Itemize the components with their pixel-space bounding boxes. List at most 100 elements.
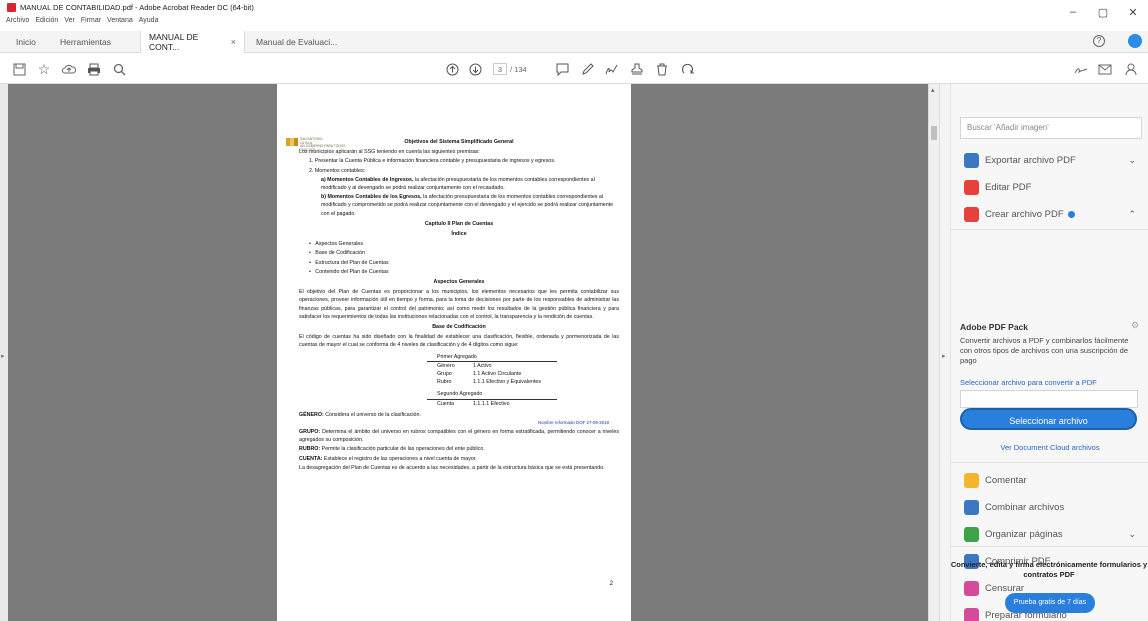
menu-ventana[interactable]: Ventana: [107, 17, 133, 24]
doc-bullet: • Estructura del Plan de Cuentas: [309, 259, 389, 266]
tool-label: Editar PDF: [985, 181, 1032, 193]
tool-label: Crear archivo PDF: [985, 208, 1064, 220]
doc-heading: Objetivos del Sistema Simplificado Gener…: [404, 139, 514, 145]
highlight-pen-icon[interactable]: [578, 60, 596, 78]
table-row: Grupo 1.1 Activo Circulante: [437, 371, 522, 378]
divider: [950, 546, 1148, 547]
mail-icon[interactable]: [1096, 60, 1114, 78]
chevron-down-icon[interactable]: ⌄: [1128, 529, 1136, 540]
document-cloud-link[interactable]: Ver Document Cloud archivos: [951, 443, 1148, 452]
doc-paragraph: RUBRO: Permite la clasificación particul…: [299, 446, 485, 453]
account-icon[interactable]: [1128, 34, 1142, 48]
tab-close-icon[interactable]: ×: [231, 37, 236, 47]
vertical-scrollbar[interactable]: ▴: [928, 84, 939, 621]
left-panel-toggle[interactable]: ▸: [0, 84, 8, 621]
logo-mark: [286, 138, 298, 146]
combine-icon: [964, 499, 979, 515]
menu-bar: Archivo Edición Ver Firmar Ventana Ayuda: [0, 14, 164, 26]
sign-icon[interactable]: [603, 60, 621, 78]
create-pdf-icon: [964, 206, 979, 222]
pack-settings-icon[interactable]: ⚙: [1131, 320, 1139, 331]
menu-archivo[interactable]: Archivo: [6, 17, 29, 24]
right-panel-toggle[interactable]: ▸: [939, 84, 950, 621]
export-pdf-icon: [964, 152, 979, 168]
promo-text: Convierte, edita y firma electrónicament…: [950, 560, 1148, 579]
chevron-up-icon[interactable]: ⌃: [1128, 209, 1136, 220]
table-row: Rubro 1.1.1 Efectivo y Equivalentes: [437, 379, 542, 386]
tool-edit-pdf[interactable]: Editar PDF: [964, 177, 1144, 197]
info-badge-icon: [1067, 210, 1075, 218]
delete-icon[interactable]: [653, 60, 671, 78]
minimize-button[interactable]: –: [1058, 0, 1088, 24]
menu-edicion[interactable]: Edición: [35, 17, 58, 24]
table-row: Género 1 Activo: [437, 362, 492, 369]
tab-inicio[interactable]: Inicio: [8, 31, 44, 53]
doc-list-item: 1. Presentar la Cuenta Pública e informa…: [309, 158, 556, 165]
upload-cloud-icon[interactable]: [60, 60, 78, 78]
fill-sign-icon[interactable]: [1072, 60, 1090, 78]
tools-search-input[interactable]: Buscar 'Añadir imagen': [960, 117, 1142, 139]
rotate-icon[interactable]: [678, 60, 696, 78]
help-icon[interactable]: ?: [1093, 35, 1105, 47]
doc-sublist-item: b) Momentos Contables de los Egresos, la…: [321, 194, 614, 217]
doc-paragraph: GRUPO: Determina el ámbito del universo …: [299, 428, 619, 444]
scroll-thumb[interactable]: [931, 126, 937, 140]
bookmark-star-icon[interactable]: ☆: [35, 60, 53, 78]
tool-export-pdf[interactable]: Exportar archivo PDF ⌄: [964, 150, 1144, 170]
tab-label: Manual de Evaluaci...: [256, 37, 338, 47]
tab-manual-evaluacion[interactable]: Manual de Evaluaci...: [248, 31, 348, 53]
close-button[interactable]: ✕: [1118, 0, 1148, 24]
page-number-input[interactable]: 3: [493, 63, 507, 75]
doc-bullet: • Aspectos Generales: [309, 241, 363, 248]
doc-paragraph: El objetivo del Plan de Cuentas es propo…: [299, 289, 619, 320]
doc-bullet: • Contenido del Plan de Cuentas: [309, 268, 389, 275]
tool-create-pdf[interactable]: Crear archivo PDF ⌃: [964, 204, 1144, 224]
file-drop-field[interactable]: [960, 390, 1138, 408]
save-icon[interactable]: [10, 60, 28, 78]
maximize-button[interactable]: ▢: [1088, 0, 1118, 24]
free-trial-button[interactable]: Prueba gratis de 7 días: [1005, 593, 1095, 613]
previous-page-icon[interactable]: [443, 60, 461, 78]
tab-label: MANUAL DE CONT...: [149, 32, 199, 52]
convert-file-link[interactable]: Seleccionar archivo para convertir a PDF: [960, 378, 1097, 387]
tools-pane: Buscar 'Añadir imagen' Exportar archivo …: [950, 84, 1148, 621]
divider: [951, 229, 1148, 230]
share-user-icon[interactable]: [1122, 60, 1140, 78]
tab-bar: Inicio Herramientas MANUAL DE CONT... × M…: [0, 31, 1148, 53]
edit-pdf-icon: [964, 179, 979, 195]
print-icon[interactable]: [85, 60, 103, 78]
tool-comment[interactable]: Comentar: [964, 470, 1144, 490]
search-icon[interactable]: [110, 60, 128, 78]
menu-ayuda[interactable]: Ayuda: [139, 17, 159, 24]
chevron-down-icon[interactable]: ⌄: [1128, 155, 1136, 166]
comment-tool-icon[interactable]: [553, 60, 571, 78]
toolbar: ☆ 3 / 134: [0, 54, 1148, 84]
window-title: MANUAL DE CONTABILIDAD.pdf - Adobe Acrob…: [20, 2, 254, 12]
page-number: 2: [609, 580, 613, 587]
doc-paragraph: GÉNERO: Considera el universo de la clas…: [299, 411, 421, 418]
acrobat-icon: [7, 2, 16, 12]
doc-paragraph: Los municipios aplicarán al SSG teniendo…: [299, 149, 480, 156]
redact-icon: [964, 580, 979, 596]
tool-organize[interactable]: Organizar páginas ⌄: [964, 524, 1144, 544]
select-file-button[interactable]: Seleccionar archivo: [960, 408, 1137, 430]
doc-heading: Base de Codificación: [432, 324, 486, 331]
doc-bullet: • Base de Codificación: [309, 250, 366, 257]
tool-label: Organizar páginas: [985, 528, 1063, 540]
title-bar: MANUAL DE CONTABILIDAD.pdf - Adobe Acrob…: [0, 0, 1148, 14]
tab-herramientas[interactable]: Herramientas: [52, 31, 119, 53]
organize-icon: [964, 526, 979, 542]
scroll-up-icon[interactable]: ▴: [931, 86, 935, 94]
menu-firmar[interactable]: Firmar: [81, 17, 101, 24]
menu-ver[interactable]: Ver: [64, 17, 75, 24]
tab-label: Inicio: [16, 37, 36, 47]
tool-label: Comentar: [985, 474, 1027, 486]
tool-combine[interactable]: Combinar archivos: [964, 497, 1144, 517]
reform-note: Nombre reformado DOF 27-09-2018: [537, 420, 609, 426]
table-row: Cuenta 1.1.1.1 Efectivo: [437, 400, 510, 407]
pack-title: Adobe PDF Pack: [960, 322, 1029, 332]
logo-text: SAN ANTONIO LA ISLA UN GOBIERNO PARA TOD…: [300, 137, 346, 152]
stamp-icon[interactable]: [628, 60, 646, 78]
next-page-icon[interactable]: [466, 60, 484, 78]
tab-manual-contabilidad[interactable]: MANUAL DE CONT... ×: [140, 31, 245, 53]
